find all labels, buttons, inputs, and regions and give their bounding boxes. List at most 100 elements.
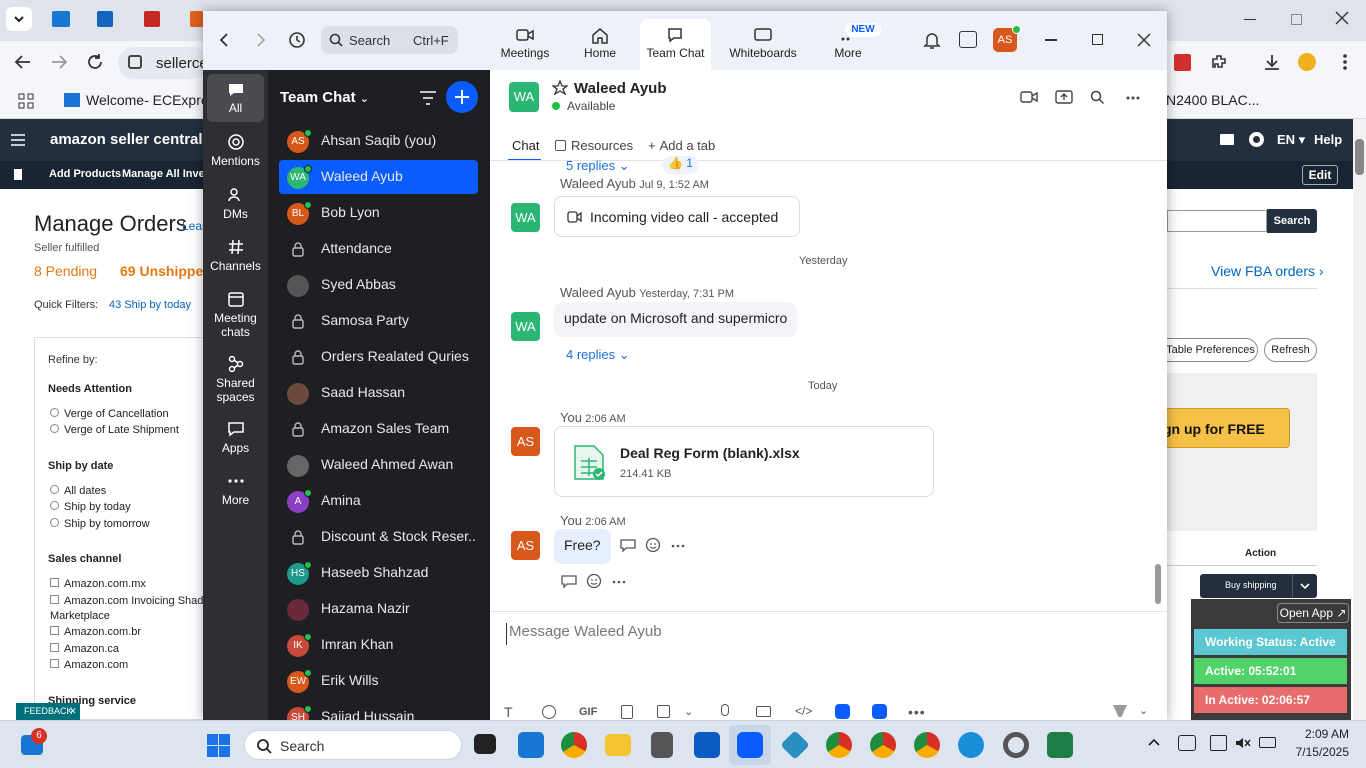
message-avatar[interactable]: AS	[511, 531, 540, 560]
chat-list-item[interactable]: Discount & Stock Reser...	[279, 520, 478, 554]
chat-list-item[interactable]: WA Waleed Ayub	[279, 160, 478, 194]
radio-ship-today[interactable]: Ship by today	[50, 501, 131, 513]
hamburger-icon[interactable]	[10, 133, 26, 147]
quick-filter-ship-today[interactable]: 43 Ship by today	[109, 299, 191, 311]
unshipped-tab[interactable]: 69 Unshipped	[120, 263, 212, 279]
history-icon[interactable]	[287, 30, 307, 50]
chat-list-item[interactable]: Orders Realated Quries	[279, 340, 478, 374]
close-feedback-icon[interactable]: ✕	[69, 703, 77, 720]
format-text-icon[interactable]: T	[504, 704, 513, 720]
settings-icon[interactable]	[1003, 732, 1029, 758]
chat-scrollbar[interactable]	[1155, 564, 1161, 604]
chat-header-name[interactable]: Waleed Ayub	[574, 80, 667, 97]
message-avatar[interactable]: WA	[511, 203, 540, 232]
star-icon[interactable]	[552, 80, 568, 96]
settings-gear-icon[interactable]	[1249, 132, 1264, 147]
chat-list-item[interactable]: Amazon Sales Team	[279, 412, 478, 446]
refresh-button[interactable]: Refresh	[1264, 338, 1317, 362]
screenshot-icon[interactable]	[657, 705, 670, 718]
zoom-back-icon[interactable]	[218, 32, 230, 48]
zoom-minimize-icon[interactable]	[1045, 39, 1057, 41]
back-icon[interactable]	[14, 54, 32, 70]
clock-date[interactable]: 7/15/2025	[1283, 745, 1349, 759]
message-avatar[interactable]: AS	[511, 427, 540, 456]
open-app-button[interactable]: Open App ↗	[1277, 603, 1349, 623]
chrome-icon[interactable]	[561, 732, 587, 758]
tab-icon[interactable]	[144, 11, 160, 27]
battery-icon[interactable]	[1259, 737, 1276, 748]
omnibox-url[interactable]: sellerce	[156, 55, 208, 72]
apps-grid-icon[interactable]	[18, 93, 34, 109]
app-icon-2[interactable]	[872, 704, 887, 719]
browser-menu-icon[interactable]	[1342, 53, 1348, 71]
chat-list-item[interactable]: BL Bob Lyon	[279, 196, 478, 230]
chevron-down-icon[interactable]: ⌄	[684, 705, 693, 718]
reply-icon[interactable]	[620, 538, 636, 552]
tab-list-dropdown[interactable]	[6, 7, 32, 31]
page-scrollbar[interactable]	[1353, 119, 1366, 720]
profile-icon[interactable]	[1298, 53, 1316, 71]
file-attachment-card[interactable]: Deal Reg Form (blank).xlsx 214.41 KB	[554, 426, 934, 497]
radio-ship-tomorrow[interactable]: Ship by tomorrow	[50, 518, 150, 530]
radio-verge-late[interactable]: Verge of Late Shipment	[50, 424, 179, 436]
rail-shared-spaces[interactable]: Shared spaces	[207, 355, 264, 404]
reaction-thumbs[interactable]: 👍 1	[662, 156, 699, 174]
tab-meetings[interactable]: Meetings	[497, 19, 553, 65]
bookmark-right[interactable]: N2400 BLAC...	[1166, 92, 1259, 108]
call-card[interactable]: Incoming video call - accepted	[554, 196, 800, 237]
pdf-extension-icon[interactable]	[1174, 54, 1191, 71]
minimize-window-icon[interactable]	[1244, 19, 1256, 20]
video-message-icon[interactable]	[756, 706, 771, 717]
volume-muted-icon[interactable]	[1235, 736, 1251, 750]
replies-link[interactable]: 4 replies ⌄	[566, 347, 630, 363]
help-link[interactable]: Help	[1314, 132, 1342, 147]
file-explorer-icon[interactable]	[605, 734, 631, 756]
chat-list-item[interactable]: Waleed Ahmed Awan	[279, 448, 478, 482]
app-icon[interactable]	[835, 704, 850, 719]
chat-search-icon[interactable]	[1090, 90, 1105, 105]
radio-all-dates[interactable]: All dates	[50, 485, 106, 497]
zoom-forward-icon[interactable]	[255, 32, 267, 48]
start-button[interactable]	[207, 734, 230, 757]
chrome-profile-icon-2[interactable]	[870, 732, 896, 758]
check-ca[interactable]: Amazon.ca	[50, 643, 119, 655]
emoji-icon[interactable]	[542, 705, 556, 719]
tab-icon[interactable]	[97, 11, 113, 27]
tab-add[interactable]: + Add a tab	[648, 138, 715, 153]
rail-more[interactable]: More	[207, 472, 264, 507]
calendar-app-icon[interactable]	[959, 31, 977, 48]
chat-more-icon[interactable]	[1126, 96, 1140, 100]
store-icon[interactable]	[518, 732, 544, 758]
check-mx[interactable]: Amazon.com.mx	[50, 578, 146, 590]
check-invoicing[interactable]: Amazon.com Invoicing Shado	[50, 595, 210, 607]
message-avatar[interactable]: WA	[511, 312, 540, 341]
check-br[interactable]: Amazon.com.br	[50, 626, 141, 638]
amazon-logo[interactable]: amazon seller central	[50, 131, 203, 148]
message-more-icon[interactable]	[671, 544, 685, 548]
radio-verge-cancel[interactable]: Verge of Cancellation	[50, 408, 169, 420]
download-icon[interactable]	[1263, 53, 1281, 71]
chat-list-item[interactable]: A Amina	[279, 484, 478, 518]
reload-icon[interactable]	[86, 53, 104, 71]
message-bubble[interactable]: Free?	[554, 529, 611, 564]
check-com[interactable]: Amazon.com	[50, 659, 128, 671]
tab-chat[interactable]: Chat	[512, 138, 539, 153]
send-icon[interactable]	[1113, 705, 1127, 717]
language-selector[interactable]: EN ▾	[1277, 132, 1305, 148]
buy-shipping-button[interactable]: Buy shipping	[1200, 574, 1317, 598]
zoom-search[interactable]: Search Ctrl+F	[321, 26, 458, 54]
tray-chevron-icon[interactable]	[1147, 737, 1161, 747]
chat-list-item[interactable]: AS Ahsan Saqib (you)	[279, 124, 478, 158]
share-screen-icon[interactable]	[1055, 89, 1073, 105]
chat-list-item[interactable]: HS Haseeb Shahzad	[279, 556, 478, 590]
message-more-icon[interactable]	[612, 580, 626, 584]
rail-apps[interactable]: Apps	[207, 420, 264, 455]
message-bubble[interactable]: update on Microsoft and supermicro	[554, 302, 798, 337]
app-icon[interactable]	[780, 730, 810, 760]
rail-all[interactable]: All	[207, 74, 264, 122]
signup-free-button[interactable]: gn up for FREE	[1160, 408, 1290, 448]
chrome-profile-icon-3[interactable]	[914, 732, 940, 758]
device-icon[interactable]	[1210, 735, 1227, 751]
chat-list-item[interactable]: Samosa Party	[279, 304, 478, 338]
notifications-icon[interactable]	[923, 30, 941, 50]
